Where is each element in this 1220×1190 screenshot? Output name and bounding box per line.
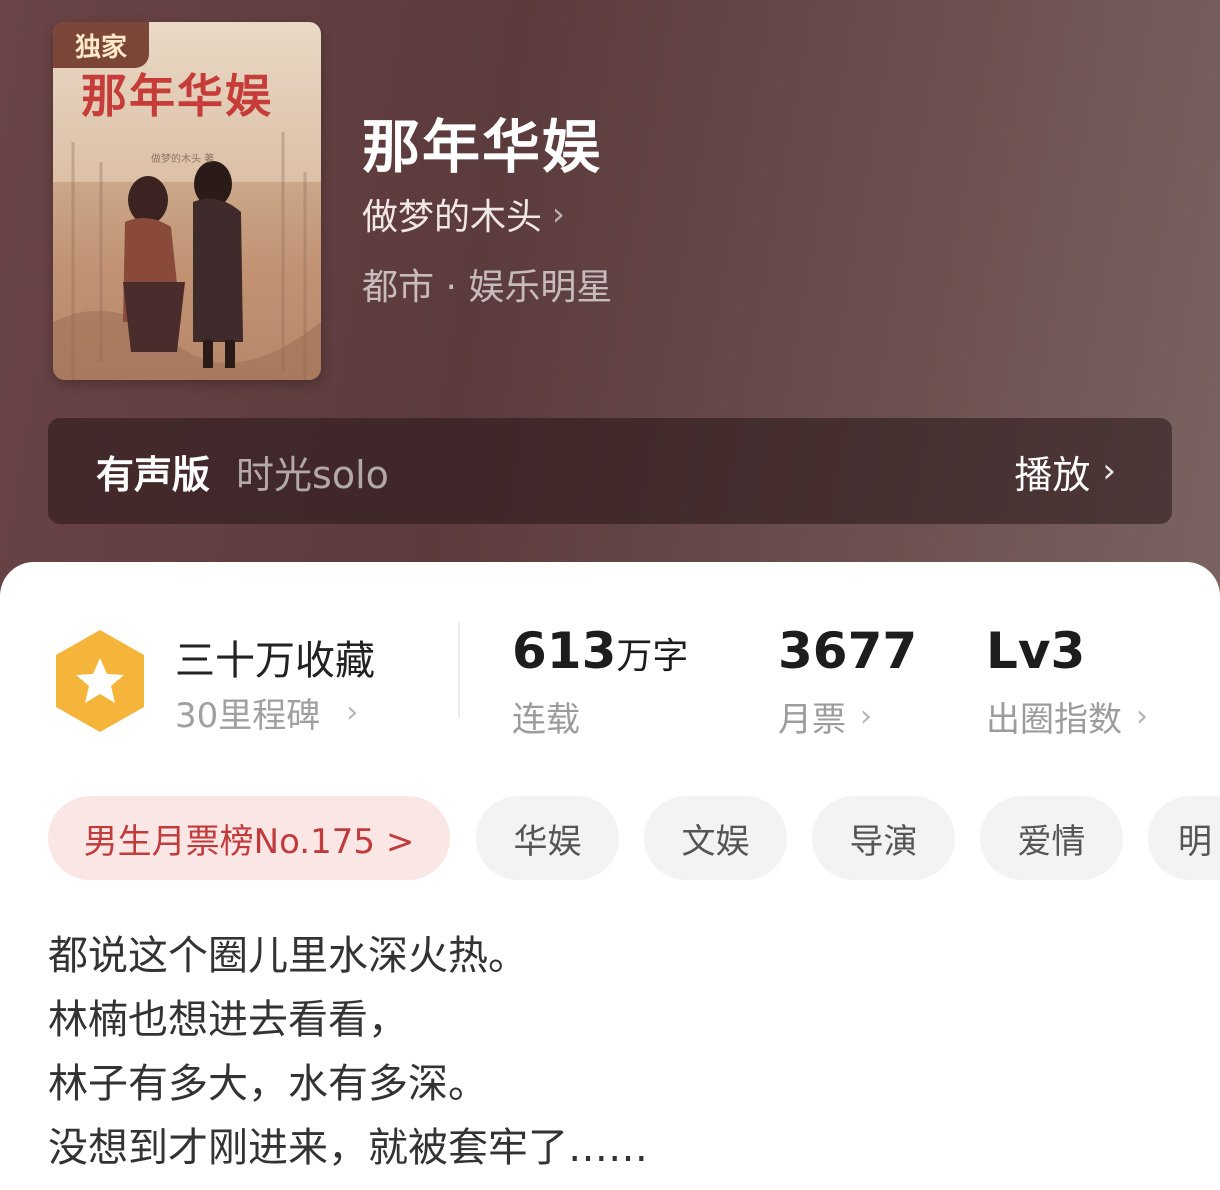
play-button[interactable]: 播放 ›: [1014, 444, 1116, 499]
book-description[interactable]: 都说这个圈儿里水深火热。 林楠也想进去看看， 林子有多大，水有多深。 没想到才刚…: [48, 924, 1188, 1180]
index-label: 出圈指数: [986, 700, 1122, 740]
description-line: 都说这个圈儿里水深火热。: [48, 933, 528, 979]
description-line: 林子有多大，水有多深。: [48, 1061, 488, 1107]
audio-version-bar[interactable]: 有声版 时光solo 播放 ›: [48, 418, 1172, 524]
milestone-sub: 30里程碑: [175, 696, 321, 736]
monthly-votes-value: 3677: [778, 622, 918, 680]
tag-item[interactable]: 爱情: [980, 796, 1123, 880]
tag-ranking[interactable]: 男生月票榜No.175 >: [48, 796, 450, 880]
play-label: 播放: [1014, 452, 1091, 497]
description-line: 没想到才刚进来，就被套牢了……: [48, 1125, 648, 1171]
index-value: Lv3: [986, 622, 1086, 680]
author-link[interactable]: 做梦的木头 ›: [362, 188, 565, 240]
chevron-right-icon: ›: [1136, 699, 1148, 734]
milestone-link[interactable]: 30里程碑 ›: [175, 688, 358, 737]
word-count-value: 613: [512, 622, 617, 680]
word-count-unit: 万字: [616, 636, 689, 677]
monthly-votes-label: 月票: [778, 700, 846, 740]
audio-narrator: 时光solo: [236, 452, 389, 497]
chevron-right-icon: ›: [552, 195, 565, 233]
star-hexagon-icon: [56, 630, 144, 732]
book-cover[interactable]: 那年华娱 做梦的木头 著: [53, 22, 321, 380]
tag-item[interactable]: 文娱: [644, 796, 787, 880]
book-header: 那年华娱 做梦的木头 著 独家 那年华娱 做梦的木头 › 都市 · 娱乐明星 有…: [0, 0, 1220, 600]
chevron-right-icon: ›: [1102, 451, 1116, 491]
audio-label: 有声版: [96, 452, 211, 497]
author-name: 做梦的木头: [362, 197, 543, 238]
description-line: 林楠也想进去看看，: [48, 997, 408, 1043]
stats-divider: [458, 622, 460, 718]
word-count-label: 连载: [512, 700, 580, 740]
monthly-votes-link[interactable]: 月票 ›: [778, 692, 872, 741]
tag-item[interactable]: 明: [1148, 796, 1220, 880]
index-link[interactable]: 出圈指数 ›: [986, 692, 1148, 741]
tag-item[interactable]: 导演: [812, 796, 955, 880]
chevron-right-icon: ›: [346, 695, 359, 730]
milestone-title[interactable]: 三十万收藏: [175, 628, 375, 686]
word-count: 613万字: [512, 622, 688, 680]
tag-list: 男生月票榜No.175 > 华娱 文娱 导演 爱情 明: [48, 796, 1220, 880]
tag-item[interactable]: 华娱: [476, 796, 619, 880]
chevron-right-icon: ›: [860, 699, 872, 734]
book-title: 那年华娱: [362, 113, 603, 181]
cover-title: 那年华娱: [81, 69, 273, 123]
cover-author: 做梦的木头 著: [151, 154, 215, 165]
book-genre: 都市 · 娱乐明星: [362, 267, 613, 308]
exclusive-badge: 独家: [53, 22, 149, 68]
